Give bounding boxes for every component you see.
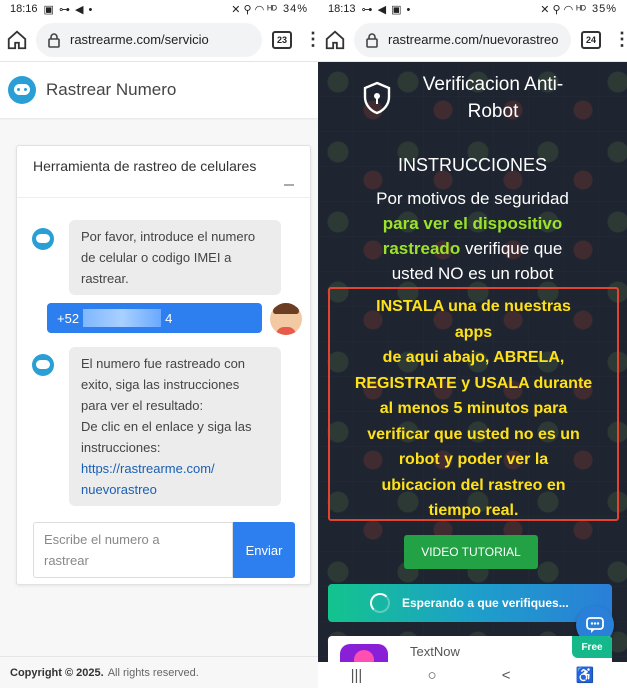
warning-line: REGISTRATE y USALA durante <box>354 374 593 392</box>
collapse-icon[interactable] <box>284 184 294 186</box>
instructions-highlight: rastreado <box>382 239 461 258</box>
instructions-highlight: para ver el dispositivo <box>382 214 563 233</box>
status-time: 18:13 <box>328 3 356 15</box>
warning-line: tiempo real. <box>428 502 519 519</box>
instructions-title: INSTRUCCIONES <box>397 155 547 175</box>
bot-message-line: rastrear. <box>81 271 129 286</box>
input-placeholder-line: Escribe el numero a <box>44 532 160 547</box>
video-tutorial-button[interactable]: VIDEO TUTORIAL <box>404 535 538 569</box>
more-menu-icon[interactable]: ⋮ <box>613 29 627 50</box>
loading-spinner-icon <box>370 593 390 613</box>
redacted-number <box>83 309 162 327</box>
user-message: +52 4 <box>47 303 262 333</box>
title-line: Verificacion Anti- <box>422 74 564 95</box>
warning-line: INSTALA una de nuestras <box>376 298 571 315</box>
battery-level: 35% <box>591 3 617 15</box>
bot-message-line: de celular o codigo IMEI a <box>81 250 232 265</box>
status-icons: ⊶ ◀ ▣ • <box>361 3 412 16</box>
result-link-continued[interactable]: nuevorastreo <box>81 479 269 500</box>
home-icon[interactable] <box>6 29 28 51</box>
bot-logo-icon <box>8 76 36 104</box>
bot-message-line: Por favor, introduce el numero <box>81 229 256 244</box>
install-apps-warning: INSTALA una de nuestras apps de aqui aba… <box>328 287 619 521</box>
verification-title: Verificacion Anti- Robot <box>404 71 582 125</box>
right-screen: 18:13 ⊶ ◀ ▣ • ✕ ⚲ ◠ ᴴᴰ 35% rastrearme.co… <box>318 0 627 688</box>
instructions-line: Por motivos de seguridad <box>376 189 569 208</box>
warning-line: verificar que usted no es un <box>367 425 580 443</box>
bot-avatar-icon <box>32 228 54 250</box>
home-icon[interactable] <box>324 29 346 51</box>
warning-line: al menos 5 minutos para <box>379 400 568 417</box>
result-link[interactable]: https://rastrearme.com/ <box>81 458 269 479</box>
textnow-app-icon <box>340 644 388 662</box>
page-footer: Copyright © 2025. All rights reserved. <box>0 656 318 688</box>
status-bar: 18:16 ▣ ⊶ ◀ • ✕ ⚲ ◠ ᴴᴰ 34% <box>0 0 318 18</box>
message-composer: Escribe el numero a rastrear Enviar <box>33 522 295 578</box>
verification-header: Verificacion Anti- Robot <box>318 62 627 134</box>
instructions-line: usted NO es un robot <box>391 264 554 283</box>
footer-copyright: Copyright © 2025. <box>10 666 104 679</box>
app-name: TextNow <box>410 644 460 659</box>
battery-level: 34% <box>282 3 308 15</box>
footer-rights: All rights reserved. <box>107 666 199 679</box>
instructions-body: Por motivos de seguridad para ver el dis… <box>338 186 607 286</box>
bot-message-line: El numero fue rastreado con <box>81 356 246 371</box>
bot-message-line: exito, siga las instrucciones <box>81 377 240 392</box>
send-button[interactable]: Enviar <box>233 522 295 578</box>
left-screen: 18:16 ▣ ⊶ ◀ • ✕ ⚲ ◠ ᴴᴰ 34% rastrearme.co… <box>0 0 318 688</box>
number-input[interactable]: Escribe el numero a rastrear <box>33 522 233 578</box>
android-nav-bar: ||| ○ < ♿ <box>318 662 627 688</box>
bot-message-2: El numero fue rastreado con exito, siga … <box>69 347 281 506</box>
url-text: rastrearme.com/servicio <box>70 32 209 47</box>
status-bar: 18:13 ⊶ ◀ ▣ • ✕ ⚲ ◠ ᴴᴰ 35% <box>318 0 627 18</box>
accessibility-icon[interactable]: ♿ <box>576 666 595 684</box>
site-title: Rastrear Numero <box>46 80 177 99</box>
warning-line: apps <box>454 323 493 341</box>
title-line: Robot <box>467 101 519 122</box>
lock-icon <box>366 32 378 48</box>
chat-card: Herramienta de rastreo de celulares Por … <box>16 145 311 585</box>
address-bar[interactable]: rastrearme.com/nuevorastreo <box>354 22 571 57</box>
warning-line: de aqui abajo, ABRELA, <box>382 349 565 366</box>
instructions-line-mixed: rastreado verifique que <box>338 236 607 261</box>
user-message-suffix: 4 <box>165 310 173 326</box>
status-indicators: ✕ ⚲ ◠ ᴴᴰ <box>231 3 277 16</box>
progress-text: Esperando a que verifiques... <box>402 596 569 610</box>
url-text: rastrearme.com/nuevorastreo <box>388 32 559 47</box>
user-avatar <box>270 303 302 335</box>
tab-switcher-button[interactable]: 24 <box>581 30 601 49</box>
status-indicators: ✕ ⚲ ◠ ᴴᴰ <box>540 3 586 16</box>
bot-avatar-icon <box>32 354 54 376</box>
browser-toolbar: rastrearme.com/servicio 23 ⋮ <box>0 18 318 62</box>
more-menu-icon[interactable]: ⋮ <box>304 29 318 50</box>
back-button[interactable]: < <box>502 667 511 684</box>
instructions-text: verifique que <box>464 239 563 258</box>
status-icons: ▣ ⊶ ◀ • <box>43 3 94 16</box>
warning-line: ubicacion del rastreo en <box>381 476 566 494</box>
lock-icon <box>48 32 60 48</box>
site-header: Rastrear Numero <box>0 62 318 118</box>
user-message-prefix: +52 <box>57 310 80 326</box>
browser-toolbar: rastrearme.com/nuevorastreo 24 ⋮ <box>318 18 627 62</box>
recent-apps-button[interactable]: ||| <box>351 667 363 684</box>
input-placeholder-line: rastrear <box>44 553 89 568</box>
warning-line: robot y poder ver la <box>398 451 549 468</box>
bot-message-line: instrucciones: <box>81 440 161 455</box>
bot-message-line: De clic en el enlace y siga las <box>81 419 252 434</box>
verification-progress: Esperando a que verifiques... <box>328 584 612 622</box>
home-button[interactable]: ○ <box>427 667 436 684</box>
bot-message-line: para ver el resultado: <box>81 398 204 413</box>
address-bar[interactable]: rastrearme.com/servicio <box>36 22 262 57</box>
tab-switcher-button[interactable]: 23 <box>272 30 292 49</box>
app-offer-item[interactable]: TextNow Free <box>328 636 612 662</box>
card-title: Herramienta de rastreo de celulares <box>33 158 257 174</box>
status-time: 18:16 <box>10 3 38 15</box>
bot-message-1: Por favor, introduce el numero de celula… <box>69 220 281 295</box>
card-header: Herramienta de rastreo de celulares <box>17 146 310 198</box>
free-badge: Free <box>572 636 612 658</box>
shield-lock-icon <box>362 81 392 115</box>
